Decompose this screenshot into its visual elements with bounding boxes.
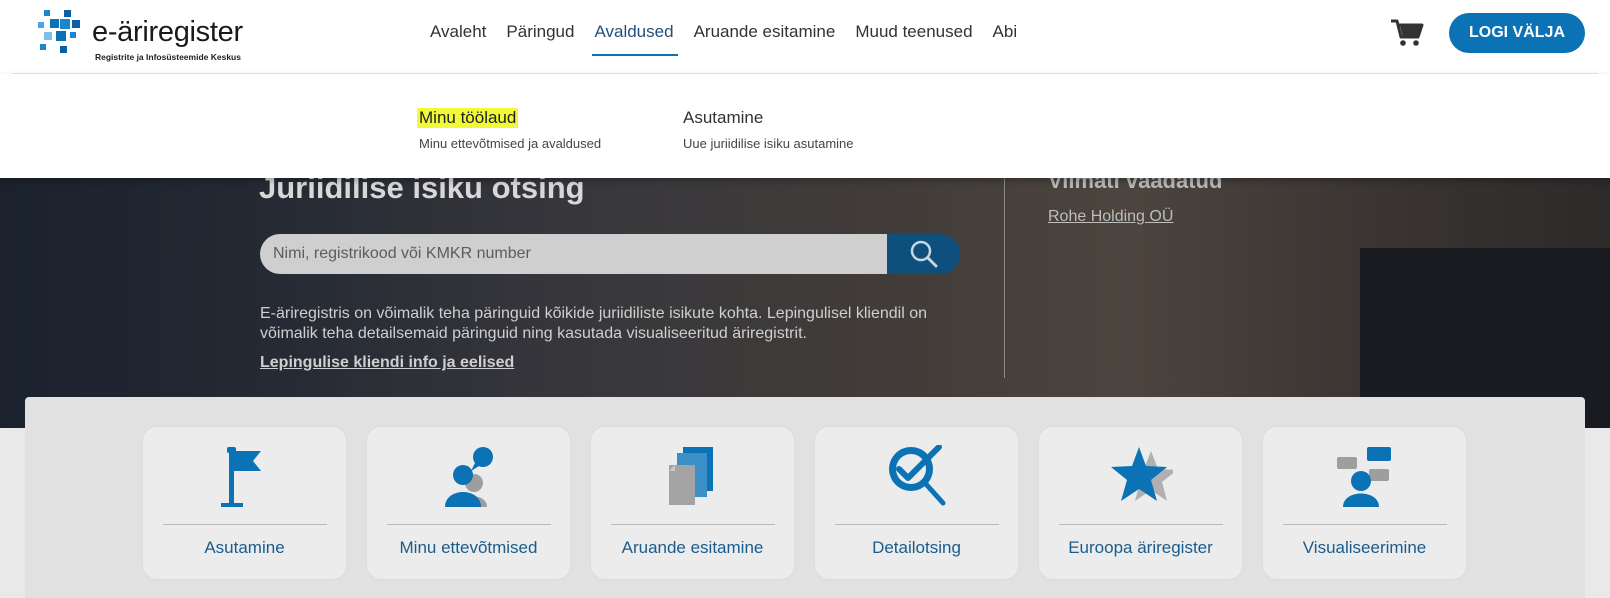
tile-label: Visualiseerimine bbox=[1302, 538, 1427, 557]
tile-label: Detailotsing bbox=[872, 538, 961, 557]
documents-icon bbox=[669, 447, 713, 505]
dropdown-item-title: Asutamine bbox=[683, 108, 764, 127]
tile-divider bbox=[163, 524, 327, 525]
hero-description: E-äriregistris on võimalik teha päringui… bbox=[260, 305, 927, 342]
logo-subtitle: Registrite ja Infosüsteemide Keskus bbox=[95, 52, 241, 62]
tile-divider bbox=[835, 524, 999, 525]
service-tile-minu-ettevotmised[interactable]: Minu ettevõtmised bbox=[367, 427, 570, 579]
main-nav: Avaleht Päringud Avaldused Aruande esita… bbox=[430, 22, 1037, 56]
tile-label: Minu ettevõtmised bbox=[399, 538, 538, 557]
avaldused-dropdown-menu: Minu töölaud Minu ettevõtmised ja avaldu… bbox=[0, 74, 1610, 178]
star-icon bbox=[1111, 447, 1173, 501]
logo-mark-icon bbox=[38, 10, 80, 53]
recently-viewed-title: Viimati vaadatud bbox=[1048, 178, 1223, 193]
hero-divider bbox=[1004, 178, 1005, 378]
contract-client-info-link[interactable]: Lepingulise kliendi info ja eelised bbox=[260, 354, 514, 372]
dropdown-item-title: Minu töölaud bbox=[417, 108, 519, 128]
flag-icon bbox=[221, 447, 261, 507]
search-button[interactable] bbox=[887, 234, 960, 274]
visualization-icon bbox=[1337, 447, 1391, 507]
service-tiles: Asutamine Minu ettevõtmised Aruande esit… bbox=[143, 427, 1487, 579]
company-search-input[interactable] bbox=[260, 234, 890, 274]
person-chat-icon bbox=[445, 447, 493, 507]
tile-label: Aruande esitamine bbox=[621, 538, 764, 557]
dropdown-item-asutamine[interactable]: Asutamine Uue juriidilise isiku asutamin… bbox=[681, 108, 854, 151]
company-search bbox=[260, 234, 960, 274]
service-tile-asutamine[interactable]: Asutamine bbox=[143, 427, 346, 579]
search-check-icon bbox=[889, 445, 946, 506]
nav-item-paringud[interactable]: Päringud bbox=[506, 22, 574, 46]
dropdown-item-minu-toolaud[interactable]: Minu töölaud Minu ettevõtmised ja avaldu… bbox=[417, 108, 601, 151]
tile-divider bbox=[387, 524, 551, 525]
dropdown-item-description: Minu ettevõtmised ja avaldused bbox=[419, 136, 602, 151]
tile-label: Asutamine bbox=[204, 538, 285, 557]
top-header: e-äriregister Registrite ja Infosüsteemi… bbox=[0, 0, 1610, 74]
tile-label: Euroopa äriregister bbox=[1068, 538, 1213, 557]
tile-divider bbox=[611, 524, 775, 525]
nav-item-abi[interactable]: Abi bbox=[993, 22, 1018, 46]
hero-section: Juriidilise isiku otsing E-äriregistris … bbox=[0, 178, 1610, 428]
service-tile-euroopa-ariregister[interactable]: Euroopa äriregister bbox=[1039, 427, 1242, 579]
dropdown-item-description: Uue juriidilise isiku asutamine bbox=[683, 136, 854, 151]
hero-title: Juriidilise isiku otsing bbox=[259, 178, 585, 205]
logo-title: e-äriregister bbox=[92, 16, 243, 48]
shopping-cart-icon[interactable] bbox=[1390, 18, 1424, 48]
nav-item-avaldused[interactable]: Avaldused bbox=[592, 22, 678, 56]
tile-divider bbox=[1283, 524, 1447, 525]
search-icon bbox=[910, 240, 937, 268]
logout-button[interactable]: LOGI VÄLJA bbox=[1449, 13, 1585, 53]
recently-viewed-link[interactable]: Rohe Holding OÜ bbox=[1048, 208, 1173, 226]
service-tile-detailotsing[interactable]: Detailotsing bbox=[815, 427, 1018, 579]
nav-item-aruande-esitamine[interactable]: Aruande esitamine bbox=[694, 22, 836, 46]
nav-item-muud-teenused[interactable]: Muud teenused bbox=[855, 22, 972, 46]
service-tile-aruande-esitamine[interactable]: Aruande esitamine bbox=[591, 427, 794, 579]
nav-item-avaleht[interactable]: Avaleht bbox=[430, 22, 486, 46]
e-ariregister-logo[interactable]: e-äriregister Registrite ja Infosüsteemi… bbox=[38, 8, 258, 62]
tile-divider bbox=[1059, 524, 1223, 525]
service-tile-visualiseerimine[interactable]: Visualiseerimine bbox=[1263, 427, 1466, 579]
